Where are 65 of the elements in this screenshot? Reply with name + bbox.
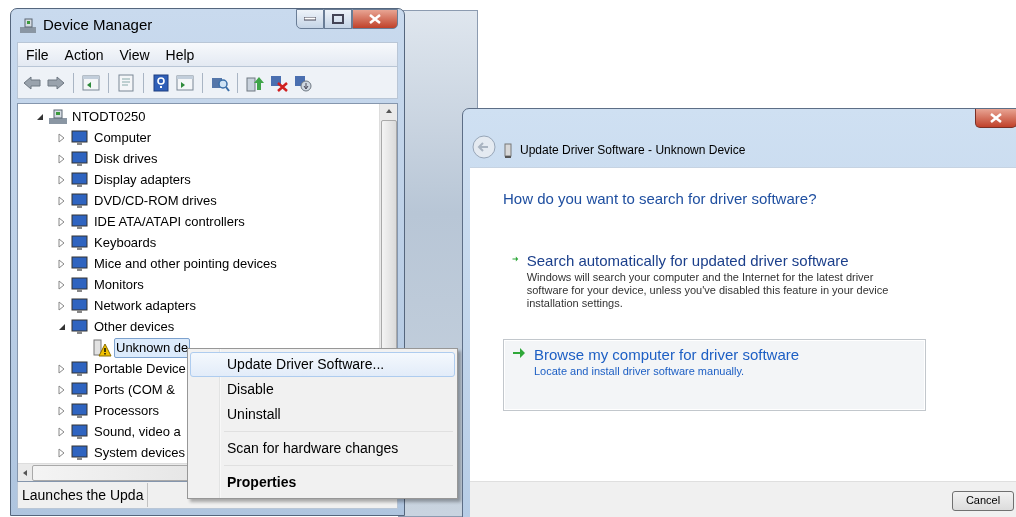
option-link[interactable]: Search automatically for updated driver software	[526, 251, 917, 270]
properties-icon[interactable]	[116, 72, 136, 93]
tree-item[interactable]: System devices	[92, 442, 188, 463]
tree-item[interactable]: Sound, video a	[92, 421, 183, 442]
tree-item[interactable]: Unknown de	[114, 337, 191, 358]
computer-icon	[19, 17, 37, 34]
tree-item[interactable]: Network adapters	[92, 295, 198, 316]
tree-item[interactable]: NTODT0250	[70, 106, 148, 127]
collapsed-icon[interactable]	[57, 258, 67, 269]
menu-item[interactable]: Uninstall	[190, 402, 455, 427]
collapsed-icon[interactable]	[57, 132, 67, 143]
collapsed-icon[interactable]	[57, 237, 67, 248]
tree-item[interactable]: Other devices	[92, 316, 177, 337]
menu-item[interactable]: Scan for hardware changes	[190, 436, 455, 461]
close-button[interactable]	[352, 9, 398, 29]
dialog-heading: How do you want to search for driver software?	[503, 189, 818, 209]
collapsed-icon[interactable]	[57, 405, 67, 416]
status-text: Launches the Upda	[18, 483, 149, 507]
tree-item[interactable]: Monitors	[92, 274, 146, 295]
maximize-icon	[332, 14, 344, 24]
window-title: Device Manager	[43, 15, 153, 36]
cancel-button[interactable]: Cancel	[952, 490, 1014, 511]
menu-item[interactable]: Action	[56, 44, 112, 65]
menu-item[interactable]: View	[111, 44, 158, 65]
minimize-icon	[304, 17, 316, 21]
collapsed-icon[interactable]	[57, 426, 67, 437]
back-button[interactable]	[472, 135, 496, 159]
tree-item[interactable]: Display adapters	[92, 169, 193, 190]
tree-item[interactable]: Disk drives	[92, 148, 160, 169]
close-icon	[989, 113, 1003, 123]
menu-item[interactable]: Help	[157, 44, 203, 65]
tree-item[interactable]: Ports (COM &	[92, 379, 177, 400]
collapsed-icon[interactable]	[57, 174, 67, 185]
tree-item[interactable]: Mice and other pointing devices	[92, 253, 279, 274]
device-icon	[504, 143, 512, 159]
option-description: Locate and install driver software manually.	[534, 364, 746, 378]
collapsed-icon[interactable]	[57, 363, 67, 374]
option-link[interactable]: Browse my computer for driver software	[534, 345, 800, 364]
collapsed-icon[interactable]	[57, 153, 67, 164]
tree-item[interactable]: IDE ATA/ATAPI controllers	[92, 211, 247, 232]
collapsed-icon[interactable]	[57, 195, 67, 206]
tree-item[interactable]: Keyboards	[92, 232, 159, 253]
dialog-title: Update Driver Software - Unknown Device	[520, 142, 746, 159]
collapsed-icon[interactable]	[57, 279, 67, 290]
close-icon	[368, 14, 382, 24]
menu-item[interactable]: Update Driver Software...	[190, 352, 455, 377]
tree-item[interactable]: Portable Device	[92, 358, 188, 379]
close-button[interactable]	[975, 109, 1016, 128]
collapsed-icon[interactable]	[57, 300, 67, 311]
panel-icon[interactable]	[81, 72, 101, 93]
tree-item[interactable]: Processors	[92, 400, 162, 421]
minimize-button[interactable]	[296, 9, 324, 29]
help-icon[interactable]	[151, 72, 171, 93]
maximize-button[interactable]	[324, 9, 352, 29]
collapsed-icon[interactable]	[57, 384, 67, 395]
tree-item[interactable]: Computer	[92, 127, 154, 148]
tree-item[interactable]: DVD/CD-ROM drives	[92, 190, 219, 211]
menu-item[interactable]: Disable	[190, 377, 455, 402]
menu-item[interactable]: Properties	[190, 470, 455, 495]
option-panel[interactable]: Browse my computer for driver software Locate and install driver software manually.	[503, 338, 926, 411]
menu-item[interactable]: File	[18, 44, 57, 65]
option-description: Windows will search your computer and the Internet for the latest driver software for your device, unless you've disabled this feature in your device installation settings.	[526, 270, 890, 310]
collapsed-icon[interactable]	[57, 447, 67, 458]
collapsed-icon[interactable]	[57, 216, 67, 227]
arrow-icon	[512, 345, 526, 360]
